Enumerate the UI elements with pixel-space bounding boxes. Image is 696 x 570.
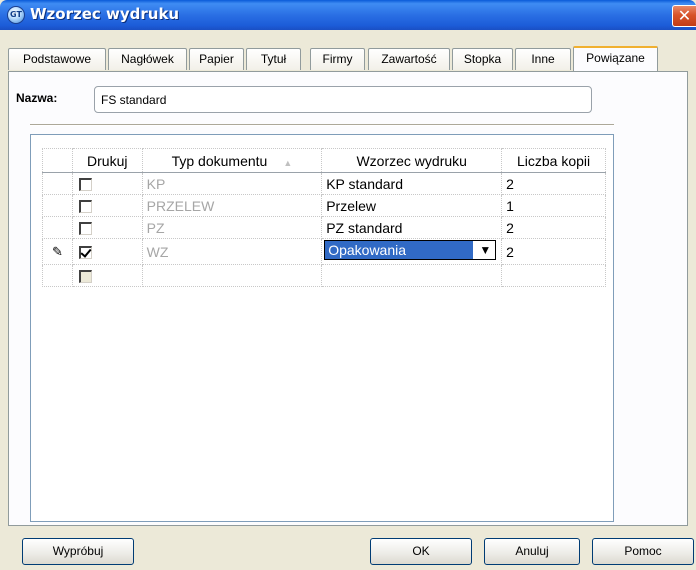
drukuj-cell[interactable] — [71, 194, 143, 217]
wzorzec-cell[interactable]: KP standard — [321, 172, 503, 195]
drukuj-cell[interactable] — [71, 238, 143, 265]
column-header-typ[interactable]: Typ dokumentu ▲ — [141, 148, 323, 173]
tab-zawartosc[interactable]: Zawartość — [368, 48, 450, 70]
drukuj-cell[interactable] — [71, 216, 143, 239]
pencil-icon: ✎ — [51, 244, 63, 259]
window-title: Wzorzec wydruku — [30, 5, 180, 23]
wzorzec-cell[interactable]: Opakowania ▼ — [321, 238, 503, 265]
drukuj-checkbox[interactable] — [78, 178, 92, 192]
typ-cell: WZ — [141, 238, 323, 265]
app-icon: GT — [7, 6, 25, 24]
chevron-down-icon[interactable]: ▼ — [479, 243, 491, 257]
close-button[interactable]: ✕ — [672, 5, 696, 27]
try-button[interactable]: Wypróbuj — [22, 538, 134, 565]
table-row-editing[interactable]: ✎ WZ Opakowania ▼ 2 — [42, 238, 606, 265]
wzorzec-dropdown[interactable]: Opakowania ▼ — [324, 240, 497, 260]
drukuj-cell[interactable] — [71, 172, 143, 195]
linked-documents-grid: Drukuj Typ dokumentu ▲ Wzorzec wydruku Li… — [42, 148, 606, 287]
title-bar[interactable]: GT Wzorzec wydruku ✕ — [0, 0, 696, 30]
wzorzec-cell[interactable] — [321, 264, 503, 287]
drukuj-cell[interactable] — [71, 264, 143, 287]
tab-stopka[interactable]: Stopka — [452, 48, 513, 70]
column-header-typ-label: Typ dokumentu — [171, 152, 268, 169]
drukuj-checkbox[interactable] — [78, 270, 92, 284]
row-indicator[interactable] — [42, 264, 73, 287]
row-indicator[interactable] — [42, 172, 73, 195]
kopie-cell[interactable]: 1 — [501, 194, 606, 217]
column-header-drukuj[interactable]: Drukuj — [71, 148, 143, 173]
kopie-cell[interactable]: 2 — [501, 172, 606, 195]
drukuj-checkbox[interactable] — [78, 222, 92, 236]
separator — [30, 124, 614, 126]
tab-strip: Podstawowe Nagłówek Papier Tytuł Firmy Z… — [8, 46, 696, 72]
table-row[interactable]: KP KP standard 2 — [42, 172, 606, 195]
row-indicator[interactable]: ✎ — [42, 238, 73, 265]
wzorzec-cell[interactable]: PZ standard — [321, 216, 503, 239]
wzorzec-cell[interactable]: Przelew — [321, 194, 503, 217]
row-indicator[interactable] — [42, 216, 73, 239]
cancel-button[interactable]: Anuluj — [484, 538, 580, 565]
typ-cell[interactable] — [141, 264, 323, 287]
help-button[interactable]: Pomoc — [592, 538, 694, 565]
sort-ascending-icon: ▲ — [283, 157, 293, 168]
column-header-kopie[interactable]: Liczba kopii — [501, 148, 606, 173]
typ-cell: KP — [141, 172, 323, 195]
drukuj-checkbox[interactable] — [78, 200, 92, 214]
grid-header-row: Drukuj Typ dokumentu ▲ Wzorzec wydruku Li… — [42, 148, 606, 173]
typ-cell: PRZELEW — [141, 194, 323, 217]
tab-firmy[interactable]: Firmy — [310, 48, 365, 70]
wzorzec-dropdown-value: Opakowania — [325, 241, 474, 259]
nazwa-label: Nazwa: — [16, 91, 58, 105]
kopie-cell[interactable]: 2 — [501, 216, 606, 239]
tab-papier[interactable]: Papier — [189, 48, 244, 70]
table-row-new[interactable] — [42, 264, 606, 287]
tab-tytul[interactable]: Tytuł — [246, 48, 301, 70]
nazwa-input[interactable]: FS standard — [94, 86, 592, 113]
kopie-cell[interactable] — [501, 264, 606, 287]
table-row[interactable]: PZ PZ standard 2 — [42, 216, 606, 239]
tab-podstawowe[interactable]: Podstawowe — [8, 48, 106, 70]
column-header-wzorzec[interactable]: Wzorzec wydruku — [321, 148, 503, 173]
row-indicator-header — [42, 148, 73, 173]
kopie-cell[interactable]: 2 — [501, 238, 606, 265]
ok-button[interactable]: OK — [370, 538, 472, 565]
tab-inne[interactable]: Inne — [515, 48, 571, 70]
tab-powiazane[interactable]: Powiązane — [573, 46, 658, 71]
row-indicator[interactable] — [42, 194, 73, 217]
drukuj-checkbox[interactable] — [78, 246, 92, 260]
table-row[interactable]: PRZELEW Przelew 1 — [42, 194, 606, 217]
typ-cell: PZ — [141, 216, 323, 239]
tab-naglowek[interactable]: Nagłówek — [108, 48, 187, 70]
